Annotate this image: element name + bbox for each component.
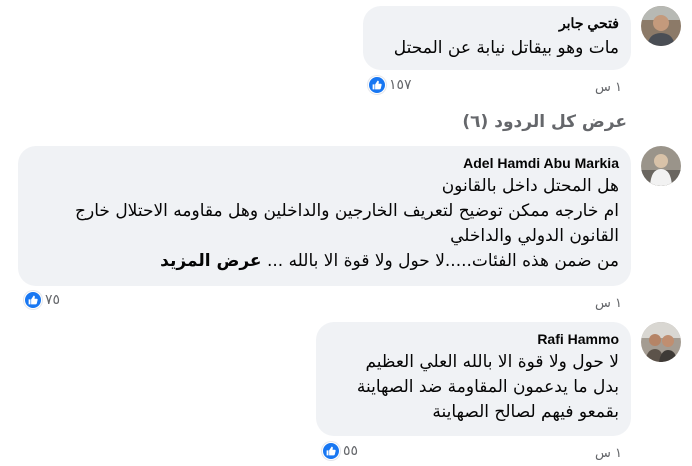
avatar[interactable] <box>641 322 681 362</box>
comment-bubble: Adel Hamdi Abu Markia هل المحتل داخل بال… <box>18 146 631 286</box>
avatar[interactable] <box>641 6 681 46</box>
reaction-count[interactable]: ٥٥ <box>322 442 358 460</box>
like-icon <box>368 76 386 94</box>
comment-text: مات وهو بيقاتل نيابة عن المحتل <box>393 38 619 58</box>
like-icon <box>322 442 340 460</box>
reaction-count-value: ٧٥ <box>45 292 61 308</box>
comment-author[interactable]: فتحي جابر <box>375 14 619 32</box>
reaction-count-value: ١٥٧ <box>389 77 412 93</box>
comment-time[interactable]: ١ س <box>595 296 622 311</box>
comment-bubble: فتحي جابر مات وهو بيقاتل نيابة عن المحتل <box>363 6 631 70</box>
reaction-count[interactable]: ٧٥ <box>24 291 60 309</box>
like-icon <box>24 291 42 309</box>
comment-text: لا حول ولا قوة الا بالله العلي العظيم بد… <box>356 352 619 422</box>
comment-time[interactable]: ١ س <box>595 80 622 95</box>
view-all-replies-link[interactable]: عرض كل الردود (٦) <box>462 112 627 132</box>
comment-author[interactable]: Rafi Hammo <box>328 330 619 348</box>
comment-text: هل المحتل داخل بالقانون ام خارجه ممكن تو… <box>75 176 619 271</box>
see-more-link[interactable]: عرض المزيد <box>160 251 261 271</box>
reaction-count-value: ٥٥ <box>343 443 359 459</box>
comment-bubble: Rafi Hammo لا حول ولا قوة الا بالله العل… <box>316 322 631 436</box>
avatar[interactable] <box>641 146 681 186</box>
comment-author[interactable]: Adel Hamdi Abu Markia <box>30 154 619 172</box>
reaction-count[interactable]: ١٥٧ <box>368 76 412 94</box>
comment-time[interactable]: ١ س <box>595 446 622 461</box>
